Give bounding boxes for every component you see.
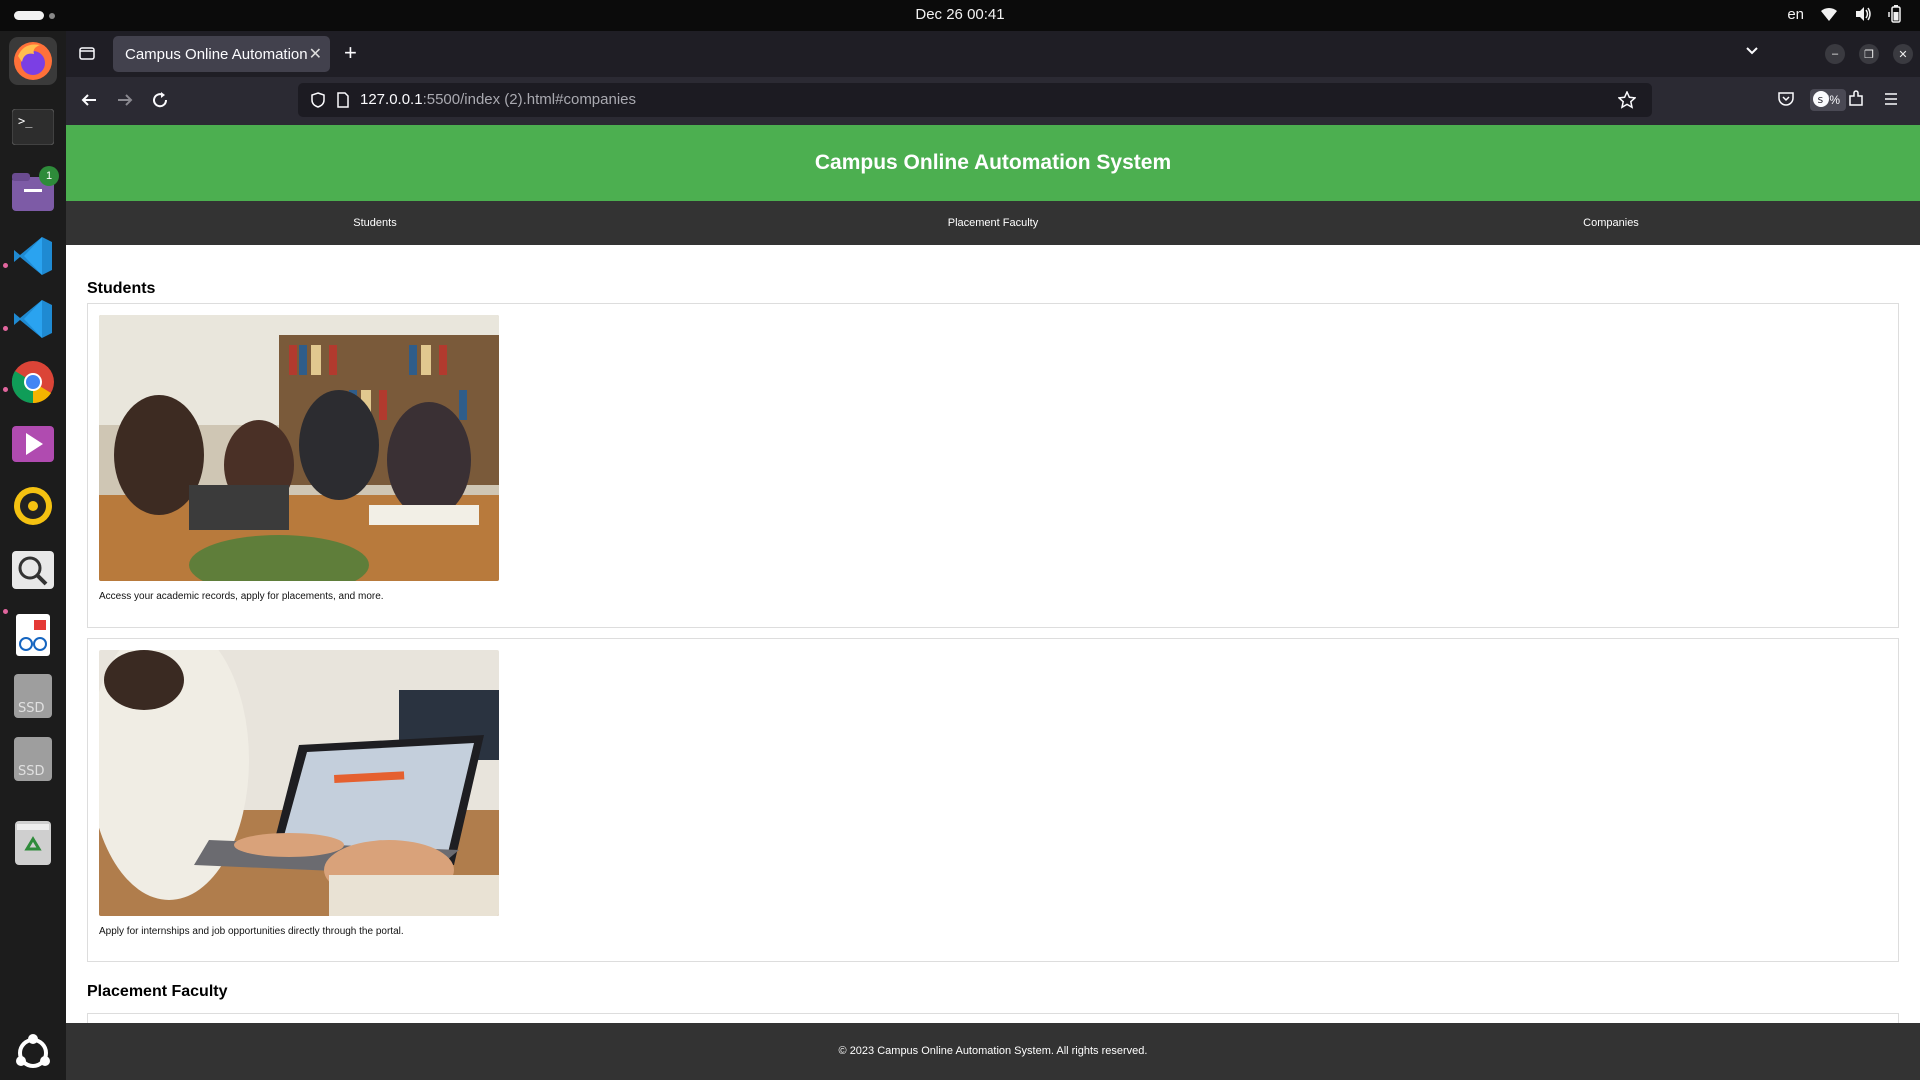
music-player-icon[interactable] <box>9 482 57 530</box>
system-top-bar: Dec 26 00:41 en <box>0 0 1920 31</box>
media-player-icon[interactable] <box>9 420 57 468</box>
show-apps-icon[interactable] <box>9 1029 57 1077</box>
running-indicator <box>3 326 8 331</box>
section-title-placement-faculty: Placement Faculty <box>87 983 228 1000</box>
volume-icon[interactable] <box>1854 6 1872 22</box>
applications-card-text: Apply for internships and job opportunit… <box>99 926 404 937</box>
document-viewer-icon[interactable] <box>9 611 57 659</box>
vscode-insiders-icon[interactable] <box>9 295 57 343</box>
ssd-label: SSD <box>18 764 45 779</box>
address-bar[interactable]: 127.0.0.1:5500/index (2).html#companies … <box>298 83 1847 117</box>
footer-copyright: © 2023 Campus Online Automation System. … <box>838 1045 1148 1057</box>
forward-icon[interactable] <box>116 91 134 112</box>
site-title: Campus Online Automation System <box>814 151 1172 174</box>
browser-tab[interactable]: Campus Online Automation ✕ <box>113 36 330 72</box>
wifi-icon[interactable] <box>1820 6 1838 22</box>
new-tab-icon[interactable]: + <box>344 40 357 66</box>
menu-icon[interactable] <box>1882 90 1900 113</box>
drive-icon[interactable]: SSD <box>9 672 57 720</box>
extensions-icon[interactable] <box>1847 90 1865 113</box>
dock: >_ 1 SSD SSD <box>0 31 66 1080</box>
students-library-image <box>99 315 499 581</box>
firefox-icon[interactable] <box>9 37 57 85</box>
bookmark-star-icon[interactable] <box>1617 90 1637 114</box>
web-page: Campus Online Automation System Students… <box>66 125 1920 1080</box>
minimize-icon[interactable]: – <box>1825 44 1845 64</box>
site-header: Campus Online Automation System <box>66 125 1920 201</box>
language-indicator[interactable]: en <box>1787 6 1804 23</box>
laptop-application-image <box>99 650 499 916</box>
svg-text:s: s <box>1818 93 1824 106</box>
drive-icon[interactable]: SSD <box>9 735 57 783</box>
students-card: Access your academic records, apply for … <box>87 303 1899 628</box>
vscode-icon[interactable] <box>9 232 57 280</box>
site-nav: Students Placement Faculty Companies <box>66 201 1920 245</box>
svg-text:>_: >_ <box>18 114 33 128</box>
account-icon[interactable]: s <box>1812 90 1830 113</box>
nav-link-placement-faculty[interactable]: Placement Faculty <box>684 201 1302 245</box>
restore-icon[interactable]: ❐ <box>1859 44 1879 64</box>
chevron-down-icon[interactable] <box>1744 43 1760 64</box>
chrome-icon[interactable] <box>9 358 57 406</box>
running-indicator <box>3 387 8 392</box>
close-tab-icon[interactable]: ✕ <box>309 44 322 64</box>
url-host: 127.0.0.1 <box>360 91 423 108</box>
nav-link-students[interactable]: Students <box>66 201 684 245</box>
shield-icon[interactable] <box>310 92 326 113</box>
browser-window: Campus Online Automation ✕ + – ❐ ✕ 127.0… <box>66 31 1920 1080</box>
trash-icon[interactable] <box>9 819 57 867</box>
url-text[interactable]: 127.0.0.1:5500/index (2).html#companies <box>360 91 636 108</box>
running-indicator <box>3 263 8 268</box>
files-icon[interactable]: 1 <box>9 166 59 216</box>
running-indicator <box>3 609 8 614</box>
applications-card: Apply for internships and job opportunit… <box>87 638 1899 962</box>
notification-badge: 1 <box>39 166 59 186</box>
students-card-text: Access your academic records, apply for … <box>99 591 384 602</box>
clock[interactable]: Dec 26 00:41 <box>0 6 1920 23</box>
terminal-icon[interactable]: >_ <box>9 103 57 151</box>
close-window-icon[interactable]: ✕ <box>1893 44 1913 64</box>
tab-title: Campus Online Automation <box>125 45 308 63</box>
image-viewer-icon[interactable] <box>9 546 57 594</box>
ssd-label: SSD <box>18 701 45 716</box>
pocket-icon[interactable] <box>1777 90 1795 113</box>
tab-overview-icon[interactable] <box>78 44 96 67</box>
battery-icon[interactable] <box>1888 5 1902 23</box>
nav-link-companies[interactable]: Companies <box>1302 201 1920 245</box>
reload-icon[interactable] <box>151 91 169 112</box>
back-icon[interactable] <box>80 91 98 112</box>
navigation-toolbar: 127.0.0.1:5500/index (2).html#companies … <box>66 77 1920 125</box>
url-path: :5500/index (2).html#companies <box>422 91 637 108</box>
tab-bar: Campus Online Automation ✕ + – ❐ ✕ <box>66 31 1920 77</box>
page-icon[interactable] <box>336 92 350 113</box>
section-title-students: Students <box>87 280 156 297</box>
system-tray[interactable]: en <box>1787 5 1902 23</box>
site-footer: © 2023 Campus Online Automation System. … <box>66 1023 1920 1080</box>
